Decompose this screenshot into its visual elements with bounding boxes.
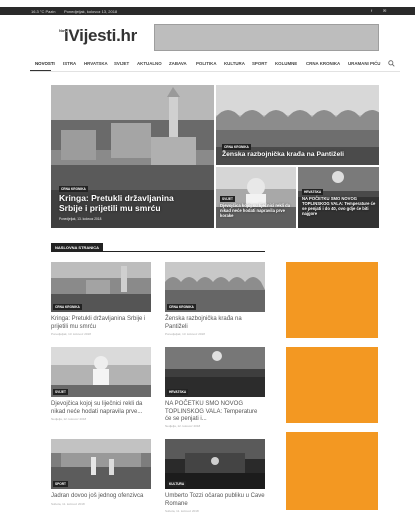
weather-info: 16.3 °C Pazin [31, 8, 56, 14]
article-title[interactable]: Djevojčica kojoj su liječnici rekli da n… [51, 401, 151, 416]
logo-prefix: Novi [59, 28, 68, 33]
sidebar-ad-3[interactable] [286, 432, 378, 510]
logo-text: iVijesti.hr [64, 26, 137, 45]
nav-item-zabava[interactable]: Zabava [169, 61, 187, 66]
article-category[interactable]: Hrvatska [167, 389, 189, 395]
article-thumbnail[interactable]: Crna kronika [165, 262, 265, 312]
hero-bottom-left-article[interactable]: Svijet Djevojčica kojoj su liječnici rek… [216, 167, 296, 228]
article-card[interactable]: Sport Jadran dovoo još jednog ofenzivca … [51, 439, 151, 506]
social-links: f ✉ [371, 8, 393, 14]
hero-bottom-left-category[interactable]: Svijet [220, 196, 235, 202]
article-thumbnail[interactable]: Svijet [51, 347, 151, 397]
nav-item-uramani-picu[interactable]: Uramani piću [348, 61, 380, 66]
article-category[interactable]: Crna kronika [167, 304, 196, 310]
nav-item-kolumne[interactable]: Kolumne [275, 61, 297, 66]
article-card[interactable]: Crna kronika Ženska razbojnička krađa na… [165, 262, 265, 336]
nav-item-sport[interactable]: Sport [252, 61, 267, 66]
sidebar-ad-1[interactable] [286, 262, 378, 338]
hero-bottom-right-category[interactable]: Hrvatska [302, 189, 324, 195]
nav-item-novosti[interactable]: Novosti [35, 61, 55, 66]
article-date: Nedjelja, 12. kolovoz 2018 [51, 417, 87, 421]
hero-top-right-category[interactable]: Crna kronika [222, 144, 251, 150]
nav-item-istra[interactable]: Istra [63, 61, 76, 66]
article-card[interactable]: Svijet Djevojčica kojoj su liječnici rek… [51, 347, 151, 421]
article-category[interactable]: Svijet [53, 389, 68, 395]
hero-main-date: Ponedjeljak, 13. kolovoz 2018 [59, 217, 102, 221]
article-thumbnail[interactable]: Kultura [165, 439, 265, 489]
hero-main-article[interactable]: Crna kronika Kringa: Pretukli državljani… [51, 85, 214, 228]
mail-icon[interactable]: ✉ [383, 8, 386, 13]
search-icon[interactable] [388, 60, 395, 67]
article-thumbnail[interactable]: Hrvatska [165, 347, 265, 397]
hero-top-right-title[interactable]: Ženska razbojnička krađa na Pantiželi [222, 151, 372, 159]
nav-item-aktualno[interactable]: Aktualno [137, 61, 162, 66]
article-title[interactable]: Umberto Tozzi očarao publiku u Cave Roma… [165, 493, 265, 508]
article-thumbnail[interactable]: Crna kronika [51, 262, 151, 312]
article-card[interactable]: Crna kronika Kringa: Pretukli državljani… [51, 262, 151, 336]
article-category[interactable]: Crna kronika [53, 304, 82, 310]
nav-item-kultura[interactable]: Kultura [224, 61, 245, 66]
hero-bottom-right-article[interactable]: Hrvatska NA POČETKU SMO NOVOG TOPLINSKOG… [298, 167, 379, 228]
sidebar-ad-2[interactable] [286, 347, 378, 423]
article-date: Ponedjeljak, 13. kolovoz 2018 [165, 332, 205, 336]
nav-item-svijet[interactable]: Svijet [114, 61, 129, 66]
article-category[interactable]: Sport [53, 481, 68, 487]
hero-bottom-left-title[interactable]: Djevojčica kojoj su liječnici rekli da n… [220, 203, 294, 218]
hero-main-title[interactable]: Kringa: Pretukli državljanina Srbije i p… [59, 193, 199, 213]
article-date: Subota, 11. kolovoz 2018 [51, 502, 85, 506]
hero-top-right-article[interactable]: Crna kronika Ženska razbojnička krađa na… [216, 85, 379, 165]
article-title[interactable]: Jadran dovoo još jednog ofenzivca [51, 493, 151, 501]
current-date: Ponedjeljak, kolovoz 13, 2018 [64, 8, 118, 14]
top-bar: 16.3 °C Pazin Ponedjeljak, kolovoz 13, 2… [0, 7, 415, 15]
facebook-icon[interactable]: f [371, 8, 372, 13]
section-divider [51, 251, 265, 252]
nav-divider [30, 71, 400, 72]
hero-main-category[interactable]: Crna kronika [59, 186, 88, 192]
article-title[interactable]: Kringa: Pretukli državljanina Srbije i p… [51, 316, 151, 331]
main-nav: Novosti Istra Hrvatska Svijet Aktualno Z… [30, 61, 400, 71]
nav-item-hrvatska[interactable]: Hrvatska [84, 61, 108, 66]
article-category[interactable]: Kultura [167, 481, 187, 487]
article-card[interactable]: Kultura Umberto Tozzi očarao publiku u C… [165, 439, 265, 513]
header-banner-ad[interactable] [154, 24, 379, 51]
nav-item-crna-kronika[interactable]: Crna kronika [306, 61, 340, 66]
nav-item-politika[interactable]: Politika [196, 61, 217, 66]
article-date: Subota, 11. kolovoz 2018 [165, 509, 199, 513]
article-thumbnail[interactable]: Sport [51, 439, 151, 489]
hero-bottom-right-title[interactable]: NA POČETKU SMO NOVOG TOPLINSKOG VALA: Te… [302, 196, 376, 216]
article-card[interactable]: Hrvatska NA POČETKU SMO NOVOG TOPLINSKOG… [165, 347, 265, 428]
article-title[interactable]: Ženska razbojnička krađa na Pantiželi [165, 316, 265, 331]
article-date: Nedjelja, 12. kolovoz 2018 [165, 424, 201, 428]
article-date: Ponedjeljak, 13. kolovoz 2018 [51, 332, 91, 336]
article-title[interactable]: NA POČETKU SMO NOVOG TOPLINSKOG VALA: Te… [165, 401, 265, 424]
